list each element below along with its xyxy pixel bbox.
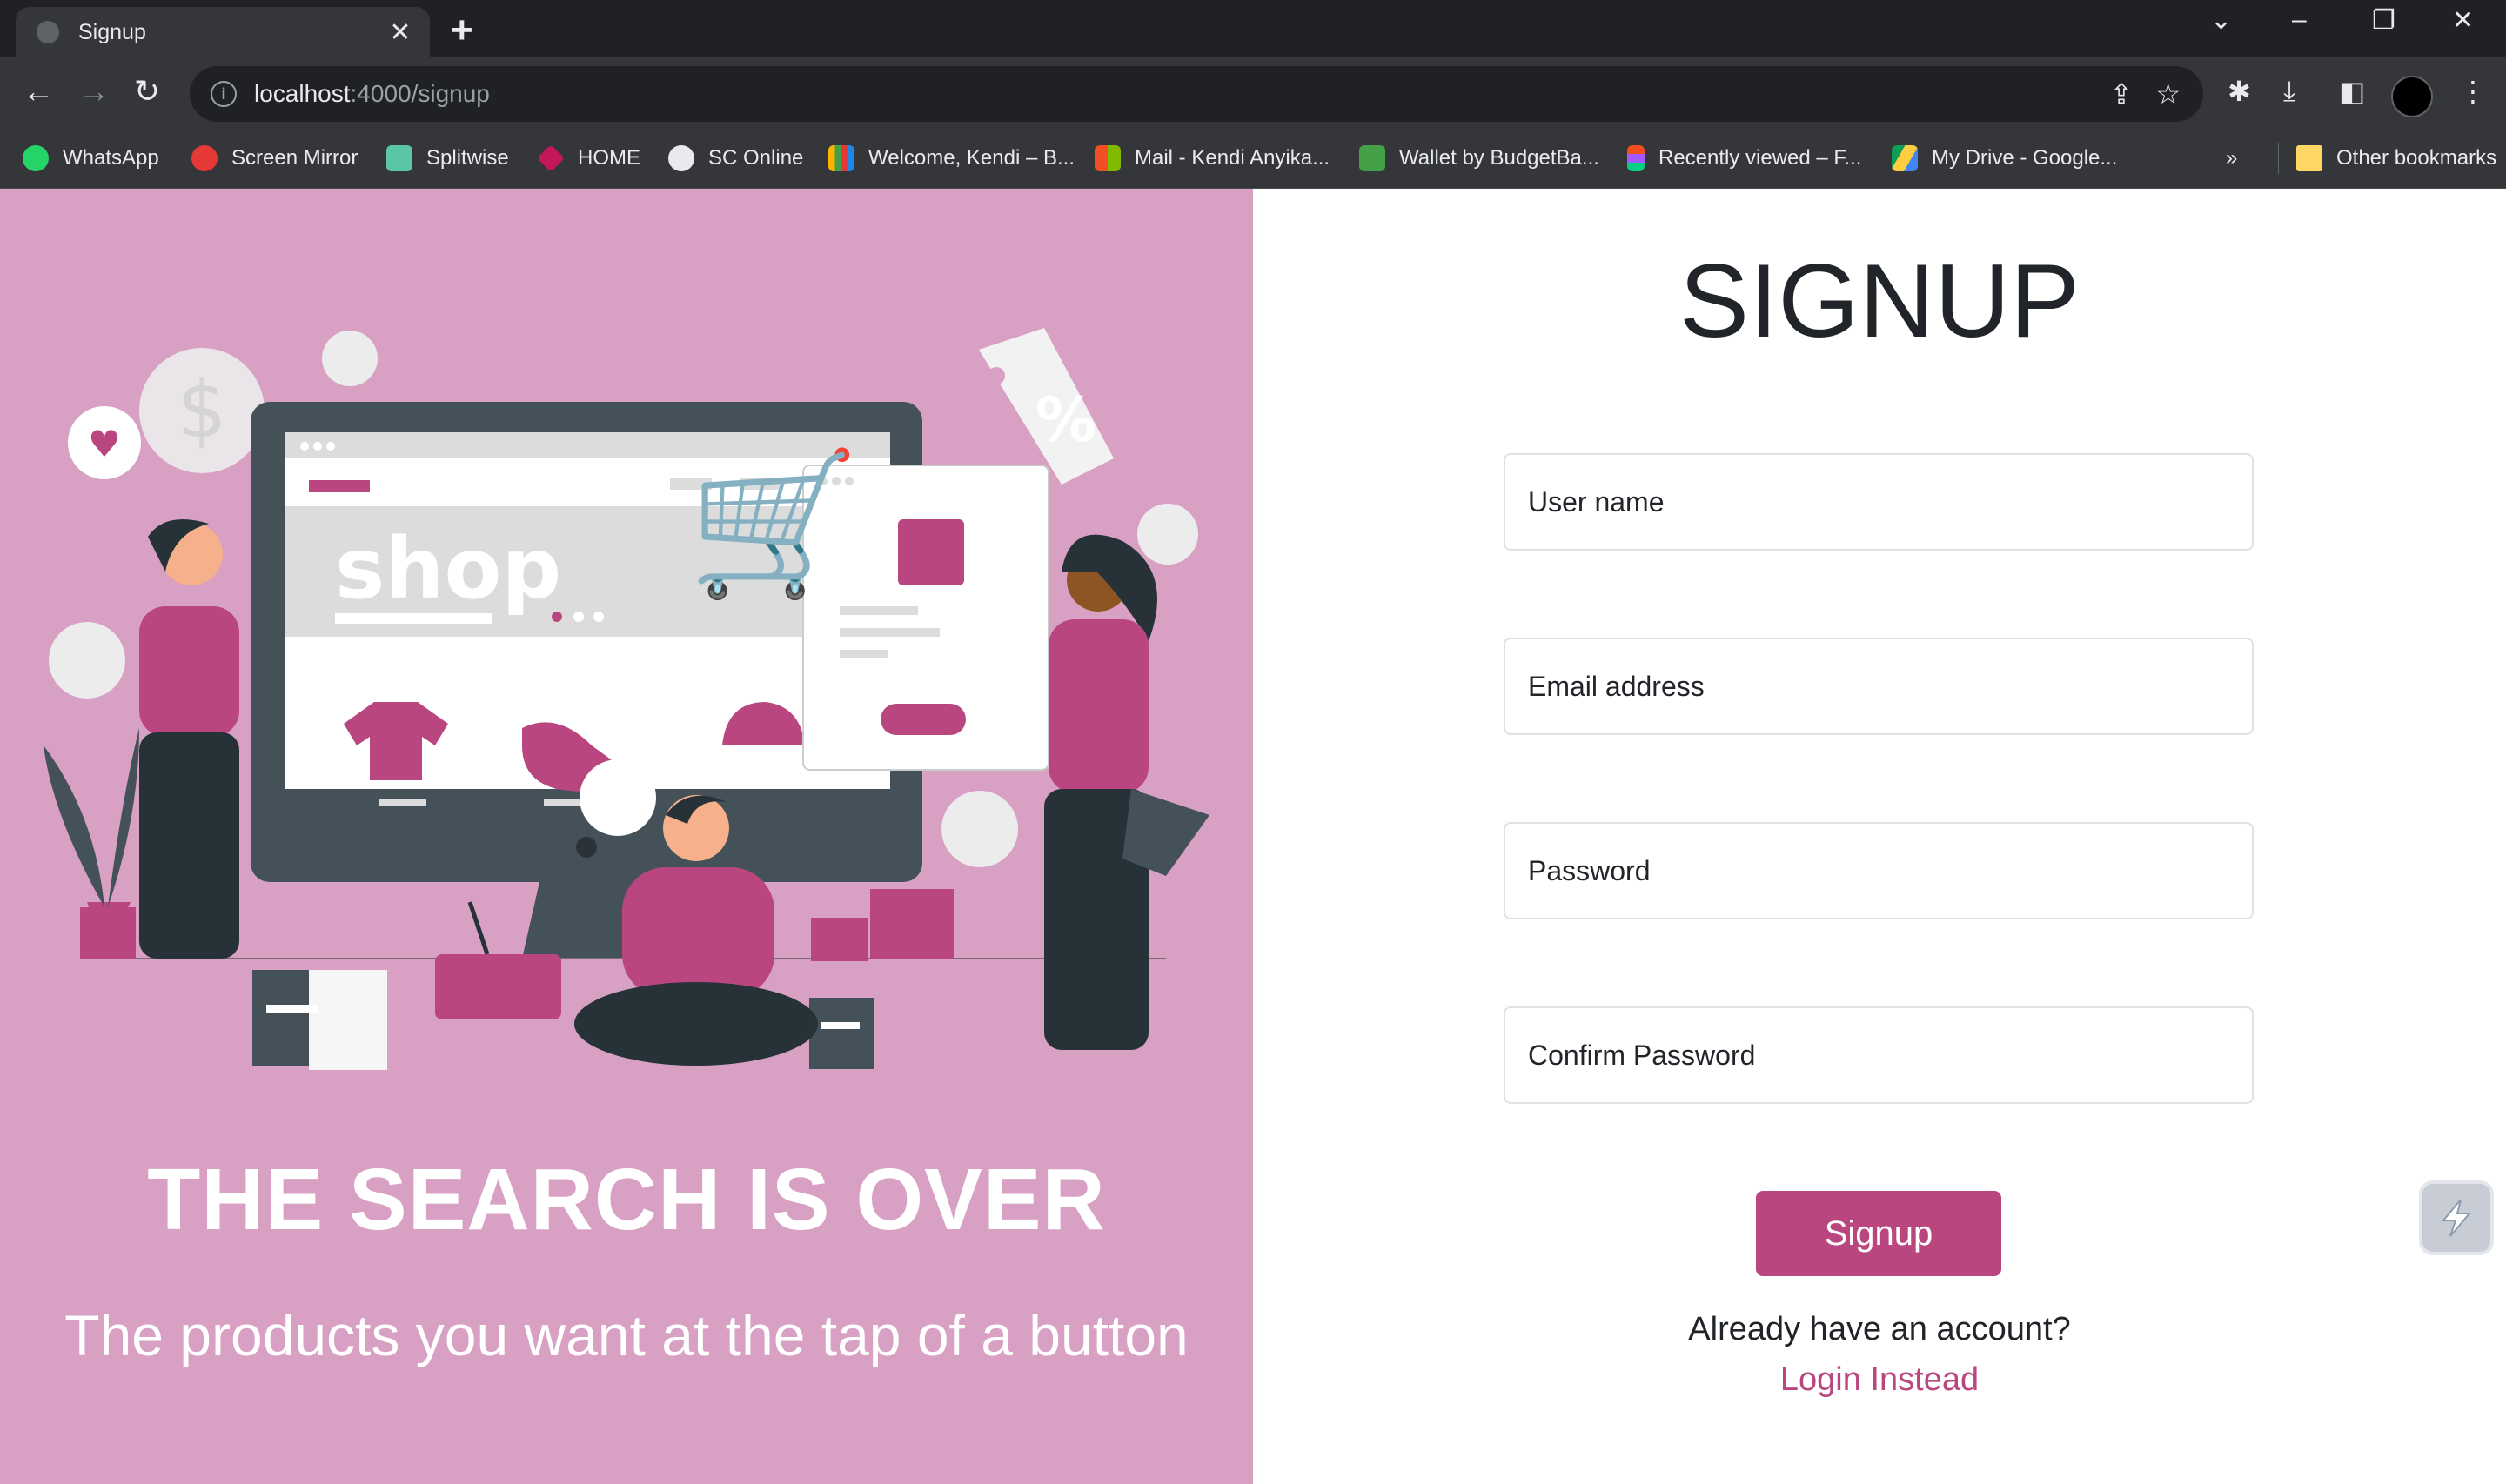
wallet-icon xyxy=(1359,145,1385,171)
tab-bar: Signup ✕ + ⌄ – ❐ ✕ xyxy=(0,0,2506,57)
bookmarks-overflow[interactable]: » xyxy=(2226,143,2237,174)
svg-text:🛒: 🛒 xyxy=(687,442,861,605)
login-instead-link[interactable]: Login Instead xyxy=(1253,1361,2506,1399)
side-panel-icon[interactable]: ◧ xyxy=(2339,75,2365,108)
bookmarks-bar: WhatsApp Screen Mirror Splitwise HOME SC… xyxy=(0,130,2506,189)
bookmark-star-icon[interactable]: ☆ xyxy=(2155,77,2181,110)
figma-icon xyxy=(1627,145,1645,171)
shopping-illustration: $ % shop ♥ 🛒 xyxy=(44,328,1209,1070)
close-window-icon[interactable]: ✕ xyxy=(2452,5,2474,36)
screen-mirror-icon xyxy=(191,145,218,171)
other-bookmarks[interactable]: Other bookmarks xyxy=(2278,143,2496,174)
new-tab-icon[interactable]: + xyxy=(451,9,473,52)
microsoft-icon xyxy=(1095,145,1121,171)
lightning-icon xyxy=(2441,1199,2472,1237)
profile-avatar[interactable] xyxy=(2391,76,2433,117)
whatsapp-icon xyxy=(23,145,49,171)
extensions-icon[interactable]: ✱ xyxy=(2228,75,2251,108)
svg-text:%: % xyxy=(1035,384,1096,456)
signup-panel: SIGNUP Signup Already have an account? L… xyxy=(1253,189,2506,1484)
bookmark-welcome[interactable]: Welcome, Kendi – B... xyxy=(828,143,1075,174)
tab-search-icon[interactable]: ⌄ xyxy=(2210,5,2232,36)
tab-title: Signup xyxy=(78,19,146,44)
url-text[interactable]: localhost:4000/signup xyxy=(254,80,2110,108)
bookmark-sc-online[interactable]: SC Online xyxy=(668,143,803,174)
close-tab-icon[interactable]: ✕ xyxy=(381,17,419,48)
email-input[interactable] xyxy=(1504,638,2254,735)
bookmark-home[interactable]: HOME xyxy=(537,143,640,174)
signup-button[interactable]: Signup xyxy=(1756,1191,2001,1276)
already-have-account-text: Already have an account? xyxy=(1688,1311,2071,1347)
bar-chart-icon xyxy=(828,145,854,171)
splitwise-icon xyxy=(386,145,412,171)
home-icon xyxy=(537,144,565,172)
bookmark-splitwise[interactable]: Splitwise xyxy=(386,143,509,174)
bookmark-screen-mirror[interactable]: Screen Mirror xyxy=(191,143,358,174)
globe-icon xyxy=(37,21,59,43)
address-bar[interactable]: i localhost:4000/signup ⇪ ☆ xyxy=(190,66,2203,122)
confirm-password-input[interactable] xyxy=(1504,1006,2254,1104)
bookmark-mail[interactable]: Mail - Kendi Anyika... xyxy=(1095,143,1330,174)
username-input[interactable] xyxy=(1504,453,2254,551)
restore-icon[interactable]: ❐ xyxy=(2372,5,2395,36)
page-title: SIGNUP xyxy=(1678,243,2081,359)
svg-text:♥: ♥ xyxy=(88,423,121,465)
menu-icon[interactable]: ⋮ xyxy=(2459,75,2487,108)
svg-text:shop: shop xyxy=(335,520,561,618)
bookmark-drive[interactable]: My Drive - Google... xyxy=(1892,143,2117,174)
browser-toolbar: ← → ↻ i localhost:4000/signup ⇪ ☆ ✱ ⤓ ◧ … xyxy=(0,57,2506,130)
hero-panel: $ % shop ♥ 🛒 THE SEARCH IS OVER The prod… xyxy=(0,189,1253,1484)
back-icon[interactable]: ← xyxy=(23,73,54,110)
forward-icon[interactable]: → xyxy=(78,73,110,110)
info-icon[interactable]: i xyxy=(211,81,237,107)
minimize-icon[interactable]: – xyxy=(2292,5,2307,35)
reload-icon[interactable]: ↻ xyxy=(134,73,160,110)
bookmark-whatsapp[interactable]: WhatsApp xyxy=(23,143,159,174)
hero-subtitle: The products you want at the tap of a bu… xyxy=(64,1303,1189,1367)
share-icon[interactable]: ⇪ xyxy=(2110,77,2134,110)
active-tab[interactable]: Signup ✕ xyxy=(16,7,430,57)
password-input[interactable] xyxy=(1504,822,2254,919)
bookmark-figma[interactable]: Recently viewed – F... xyxy=(1627,143,1861,174)
google-drive-icon xyxy=(1892,145,1918,171)
hero-title: THE SEARCH IS OVER xyxy=(147,1151,1106,1248)
bookmark-wallet[interactable]: Wallet by BudgetBa... xyxy=(1359,143,1599,174)
svg-text:$: $ xyxy=(177,364,226,456)
folder-icon xyxy=(2296,145,2322,171)
sc-online-icon xyxy=(668,145,694,171)
download-icon[interactable]: ⤓ xyxy=(2283,75,2295,108)
floating-extension-button[interactable] xyxy=(2419,1180,2494,1255)
